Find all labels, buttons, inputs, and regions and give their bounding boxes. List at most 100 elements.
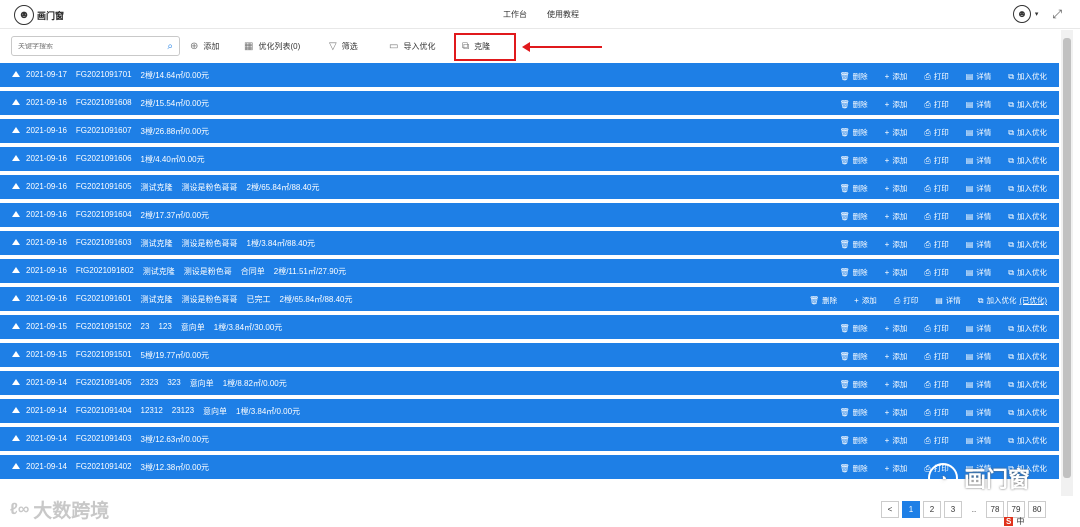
print-button[interactable]: ⎙ 打印 xyxy=(894,295,918,306)
expand-triangle-icon[interactable] xyxy=(12,435,20,441)
order-row[interactable]: 2021-09-15 FG2021091501 5樘/19.77㎡/0.00元 🗑 删除… xyxy=(0,343,1059,367)
print-button[interactable]: ⎙ 打印 xyxy=(924,211,948,222)
add-button[interactable]: + 添加 xyxy=(885,71,908,82)
pager-page-2[interactable]: 2 xyxy=(923,501,941,518)
pager-page-80[interactable]: 80 xyxy=(1028,501,1046,518)
pager-page-1[interactable]: 1 xyxy=(902,501,920,518)
delete-button[interactable]: 🗑 删除 xyxy=(839,323,867,334)
print-button[interactable]: ⎙ 打印 xyxy=(924,379,948,390)
delete-button[interactable]: 🗑 删除 xyxy=(839,155,867,166)
expand-triangle-icon[interactable] xyxy=(12,155,20,161)
expand-triangle-icon[interactable] xyxy=(12,71,20,77)
delete-button[interactable]: 🗑 删除 xyxy=(839,267,867,278)
detail-button[interactable]: ▤ 详情 xyxy=(966,71,992,82)
pager-prev-button[interactable]: < xyxy=(881,501,899,518)
add-button[interactable]: + 添加 xyxy=(885,99,908,110)
order-row[interactable]: 2021-09-14 FG2021091404 12312 23123 意向单 1樘/3.… xyxy=(0,399,1059,423)
expand-triangle-icon[interactable] xyxy=(12,379,20,385)
print-button[interactable]: ⎙ 打印 xyxy=(924,183,948,194)
optimized-status[interactable]: (已优化) xyxy=(1020,295,1048,306)
add-button[interactable]: + 添加 xyxy=(885,379,908,390)
scrollbar-thumb[interactable] xyxy=(1063,38,1071,478)
expand-triangle-icon[interactable] xyxy=(12,99,20,105)
order-row[interactable]: 2021-09-14 FG2021091402 3樘/12.38㎡/0.00元 🗑 删除… xyxy=(0,455,1059,479)
filter-button[interactable]: ▽ 筛选 xyxy=(329,41,358,52)
detail-button[interactable]: ▤ 详情 xyxy=(966,407,992,418)
detail-button[interactable]: ▤ 详情 xyxy=(966,435,992,446)
delete-button[interactable]: 🗑 删除 xyxy=(839,99,867,110)
delete-button[interactable]: 🗑 删除 xyxy=(839,127,867,138)
delete-button[interactable]: 🗑 删除 xyxy=(839,71,867,82)
add-button[interactable]: + 添加 xyxy=(885,407,908,418)
add-optimize-button[interactable]: ⧉ 加入优化 xyxy=(1008,435,1047,446)
order-row[interactable]: 2021-09-16 FG2021091605 测试克隆 测设是粉色哥哥 2樘/65.8… xyxy=(0,175,1059,199)
app-logo[interactable]: ☻ 画门窗 xyxy=(14,5,64,25)
print-button[interactable]: ⎙ 打印 xyxy=(924,351,948,362)
add-optimize-button[interactable]: ⧉ 加入优化 xyxy=(1008,99,1047,110)
detail-button[interactable]: ▤ 详情 xyxy=(966,155,992,166)
print-button[interactable]: ⎙ 打印 xyxy=(924,239,948,250)
order-row[interactable]: 2021-09-17 FG2021091701 2樘/14.64㎡/0.00元 🗑 删除… xyxy=(0,63,1059,87)
add-optimize-button[interactable]: ⧉ 加入优化 xyxy=(1008,323,1047,334)
ime-logo-icon[interactable]: S xyxy=(1004,517,1014,526)
add-optimize-button[interactable]: ⧉ 加入优化 xyxy=(1008,239,1047,250)
scrollbar[interactable] xyxy=(1061,30,1073,496)
detail-button[interactable]: ▤ 详情 xyxy=(966,323,992,334)
order-row[interactable]: 2021-09-14 FG2021091403 3樘/12.63㎡/0.00元 🗑 删除… xyxy=(0,427,1059,451)
pager-page-78[interactable]: 78 xyxy=(986,501,1004,518)
print-button[interactable]: ⎙ 打印 xyxy=(924,127,948,138)
print-button[interactable]: ⎙ 打印 xyxy=(924,155,948,166)
add-button[interactable]: + 添加 xyxy=(854,295,877,306)
expand-triangle-icon[interactable] xyxy=(12,211,20,217)
expand-triangle-icon[interactable] xyxy=(12,295,20,301)
delete-button[interactable]: 🗑 删除 xyxy=(839,407,867,418)
owl-avatar-icon[interactable]: ☻ xyxy=(1012,5,1031,23)
add-optimize-button[interactable]: ⧉ 加入优化 xyxy=(1008,71,1047,82)
order-row[interactable]: 2021-09-16 FG2021091608 2樘/15.54㎡/0.00元 🗑 删除… xyxy=(0,91,1059,115)
delete-button[interactable]: 🗑 删除 xyxy=(839,183,867,194)
add-button[interactable]: + 添加 xyxy=(885,351,908,362)
delete-button[interactable]: 🗑 删除 xyxy=(839,211,867,222)
delete-button[interactable]: 🗑 删除 xyxy=(809,295,837,306)
order-row[interactable]: 2021-09-15 FG2021091502 23 123 意向单 1樘/3.84㎡/3… xyxy=(0,315,1059,339)
add-optimize-button[interactable]: ⧉ 加入优化 xyxy=(1008,267,1047,278)
add-button[interactable]: + 添加 xyxy=(885,435,908,446)
add-optimize-button[interactable]: ⧉ 加入优化 (已优化) xyxy=(978,295,1047,306)
chevron-down-icon[interactable]: ▾ xyxy=(1035,10,1039,18)
nav-workbench[interactable]: 工作台 xyxy=(503,9,527,20)
detail-button[interactable]: ▤ 详情 xyxy=(966,267,992,278)
order-row[interactable]: 2021-09-16 FtG2021091602 测试克隆 测设是粉色哥 合同单 2樘/1… xyxy=(0,259,1059,283)
order-row[interactable]: 2021-09-16 FG2021091603 测试克隆 测设是粉色哥哥 1樘/3.84… xyxy=(0,231,1059,255)
expand-triangle-icon[interactable] xyxy=(12,239,20,245)
expand-triangle-icon[interactable] xyxy=(12,127,20,133)
print-button[interactable]: ⎙ 打印 xyxy=(924,435,948,446)
add-button[interactable]: + 添加 xyxy=(885,155,908,166)
expand-triangle-icon[interactable] xyxy=(12,267,20,273)
expand-triangle-icon[interactable] xyxy=(12,351,20,357)
order-row[interactable]: 2021-09-16 FG2021091604 2樘/17.37㎡/0.00元 🗑 删除… xyxy=(0,203,1059,227)
print-button[interactable]: ⎙ 打印 xyxy=(924,267,948,278)
ime-mode[interactable]: 中 xyxy=(1016,516,1024,527)
print-button[interactable]: ⎙ 打印 xyxy=(924,323,948,334)
add-button[interactable]: + 添加 xyxy=(885,267,908,278)
add-button[interactable]: + 添加 xyxy=(885,183,908,194)
add-optimize-button[interactable]: ⧉ 加入优化 xyxy=(1008,127,1047,138)
delete-button[interactable]: 🗑 删除 xyxy=(839,239,867,250)
print-button[interactable]: ⎙ 打印 xyxy=(924,407,948,418)
search-box[interactable]: ⌕ xyxy=(11,36,180,56)
delete-button[interactable]: 🗑 删除 xyxy=(839,351,867,362)
fullscreen-icon[interactable]: ⤢ xyxy=(1052,7,1062,22)
print-button[interactable]: ⎙ 打印 xyxy=(924,71,948,82)
order-row[interactable]: 2021-09-14 FG2021091405 2323 323 意向单 1樘/8.82㎡… xyxy=(0,371,1059,395)
add-optimize-button[interactable]: ⧉ 加入优化 xyxy=(1008,155,1047,166)
detail-button[interactable]: ▤ 详情 xyxy=(966,379,992,390)
expand-triangle-icon[interactable] xyxy=(12,323,20,329)
order-row[interactable]: 2021-09-16 FG2021091606 1樘/4.40㎡/0.00元 🗑 删除 +… xyxy=(0,147,1059,171)
optimize-list-button[interactable]: ▦ 优化列表(0) xyxy=(244,41,300,52)
search-icon[interactable]: ⌕ xyxy=(167,41,173,52)
nav-tutorial[interactable]: 使用教程 xyxy=(547,9,579,20)
delete-button[interactable]: 🗑 删除 xyxy=(839,379,867,390)
add-optimize-button[interactable]: ⧉ 加入优化 xyxy=(1008,183,1047,194)
delete-button[interactable]: 🗑 删除 xyxy=(839,463,867,474)
import-optimize-button[interactable]: ▭ 导入优化 xyxy=(389,41,435,52)
